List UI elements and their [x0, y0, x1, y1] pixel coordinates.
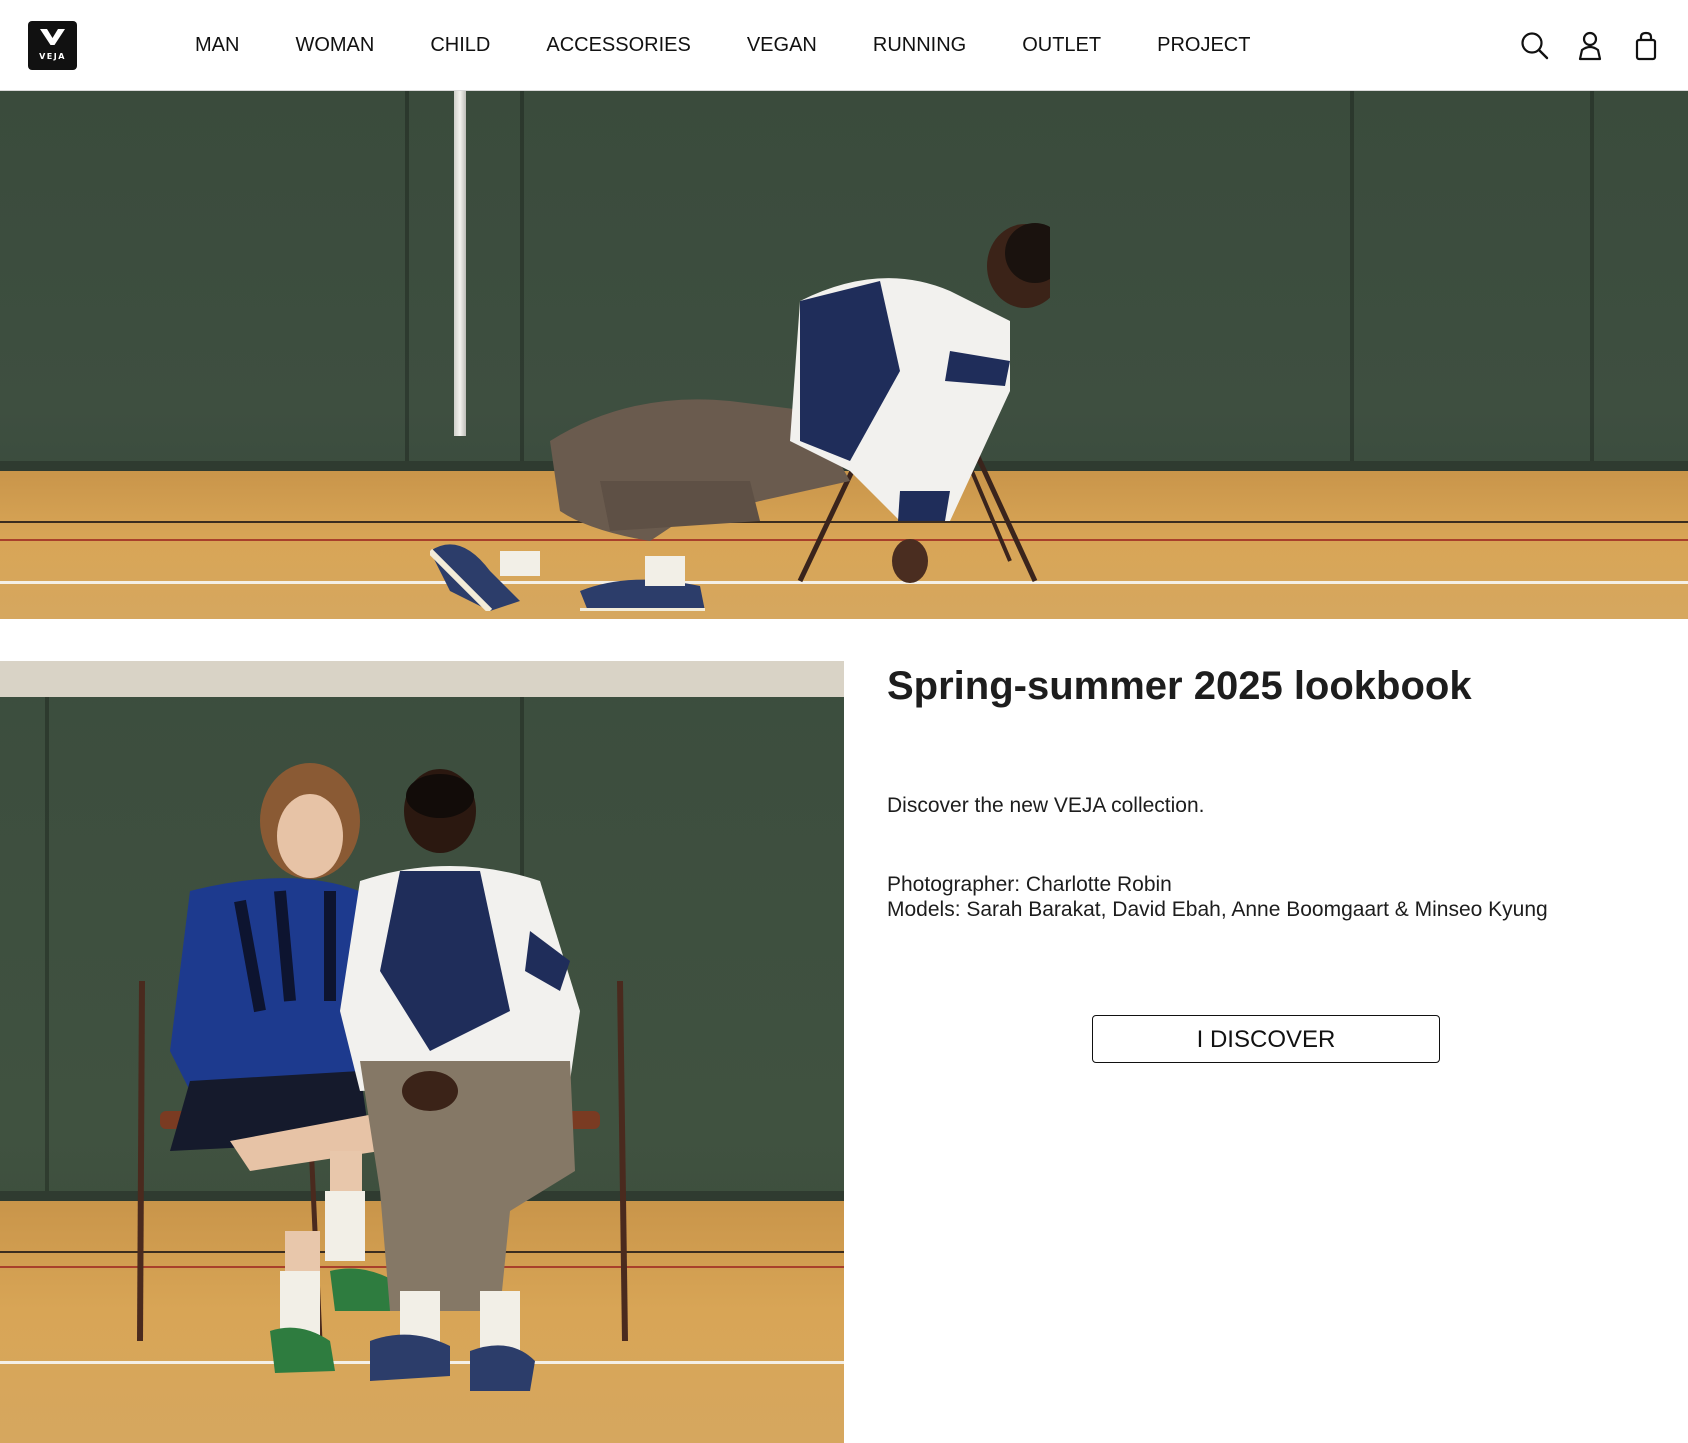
models-credit: Models: Sarah Barakat, David Ebah, Anne … — [887, 898, 1548, 921]
models-figure — [137, 763, 628, 1391]
discover-button[interactable]: I DISCOVER — [1092, 1015, 1440, 1063]
nav-item-man[interactable]: MAN — [195, 33, 239, 57]
wall-trim — [405, 91, 409, 471]
lookbook-description: Discover the new VEJA collection. — [887, 794, 1205, 817]
wall-upper-strip — [0, 661, 844, 697]
account-icon[interactable] — [1570, 26, 1610, 66]
hero-image[interactable] — [0, 91, 1688, 619]
wall-trim — [1350, 91, 1354, 471]
veja-logo[interactable]: VEJA — [28, 21, 77, 70]
site-header: VEJA MAN WOMAN CHILD ACCESSORIES VEGAN R… — [0, 0, 1688, 91]
logo-wordmark: VEJA — [39, 52, 66, 61]
wall-trim — [1590, 91, 1594, 471]
lookbook-credits: Photographer: Charlotte Robin Models: Sa… — [887, 872, 1548, 922]
nav-item-woman[interactable]: WOMAN — [295, 33, 374, 57]
nav-item-vegan[interactable]: VEGAN — [747, 33, 817, 57]
nav-item-running[interactable]: RUNNING — [873, 33, 966, 57]
nav-item-project[interactable]: PROJECT — [1157, 33, 1250, 57]
nav-item-child[interactable]: CHILD — [430, 33, 490, 57]
veja-v-mark — [40, 29, 65, 45]
main-nav: MAN WOMAN CHILD ACCESSORIES VEGAN RUNNIN… — [195, 33, 1250, 57]
lookbook-title: Spring-summer 2025 lookbook — [887, 664, 1472, 708]
nav-item-outlet[interactable]: OUTLET — [1022, 33, 1101, 57]
bag-icon[interactable] — [1626, 26, 1666, 66]
lookbook-image[interactable] — [0, 661, 844, 1443]
model-figure — [430, 223, 1050, 611]
search-icon[interactable] — [1515, 26, 1555, 66]
nav-item-accessories[interactable]: ACCESSORIES — [546, 33, 690, 57]
photographer-credit: Photographer: Charlotte Robin — [887, 873, 1172, 896]
wall-trim — [45, 697, 49, 1217]
